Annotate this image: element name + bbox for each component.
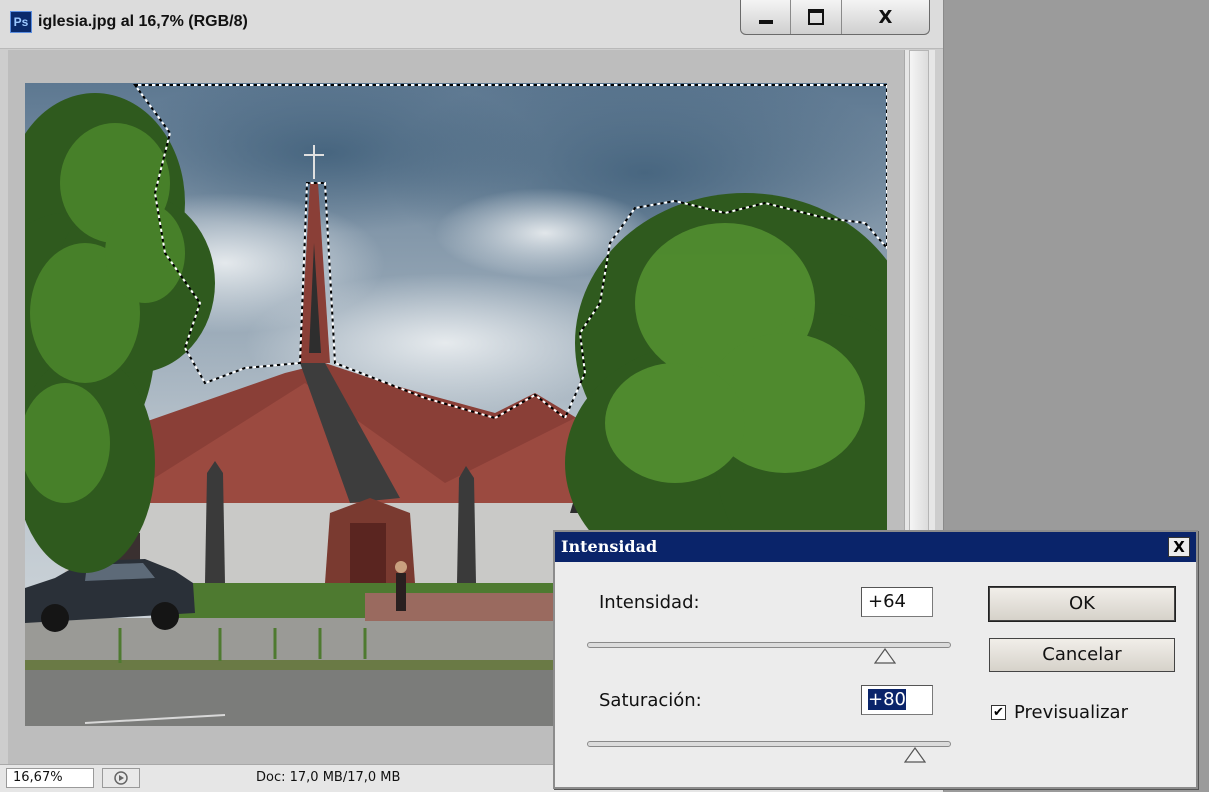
zoom-input[interactable]: 16,67%	[6, 768, 94, 788]
preview-checkbox[interactable]: ✔	[991, 705, 1006, 720]
minimize-icon	[758, 20, 773, 24]
saturacion-slider-thumb[interactable]	[903, 747, 926, 763]
document-size-info: Doc: 17,0 MB/17,0 MB	[256, 770, 401, 785]
close-icon: X	[878, 6, 893, 28]
close-icon: X	[1173, 538, 1185, 556]
maximize-button[interactable]	[791, 0, 842, 34]
dialog-close-button[interactable]: X	[1168, 537, 1190, 557]
dialog-title: Intensidad	[561, 537, 658, 556]
status-info-icon	[114, 771, 128, 785]
intensidad-slider-thumb[interactable]	[874, 648, 897, 664]
photoshop-app-icon: Ps	[10, 11, 32, 33]
saturacion-slider-track[interactable]	[587, 741, 951, 747]
preview-label: Previsualizar	[1014, 702, 1128, 723]
close-button[interactable]: X	[842, 0, 929, 34]
document-titlebar[interactable]: Ps iglesia.jpg al 16,7% (RGB/8) X	[0, 0, 943, 49]
ok-button[interactable]: OK	[988, 586, 1176, 622]
saturacion-selected-text: +80	[868, 689, 906, 710]
status-menu-button[interactable]	[102, 768, 140, 788]
intensidad-input[interactable]: +64	[861, 587, 933, 617]
dialog-titlebar[interactable]: Intensidad X	[555, 532, 1196, 562]
document-title: iglesia.jpg al 16,7% (RGB/8)	[38, 13, 248, 30]
saturacion-label: Saturación:	[599, 690, 702, 711]
cancel-button[interactable]: Cancelar	[989, 638, 1175, 672]
window-controls: X	[740, 0, 930, 35]
saturacion-input[interactable]: +80	[861, 685, 933, 715]
intensidad-label: Intensidad:	[599, 592, 700, 613]
intensidad-dialog: Intensidad X Intensidad: +64 Saturación:…	[553, 530, 1198, 789]
maximize-icon	[808, 9, 825, 25]
preview-option[interactable]: ✔ Previsualizar	[991, 702, 1128, 723]
minimize-button[interactable]	[741, 0, 792, 34]
